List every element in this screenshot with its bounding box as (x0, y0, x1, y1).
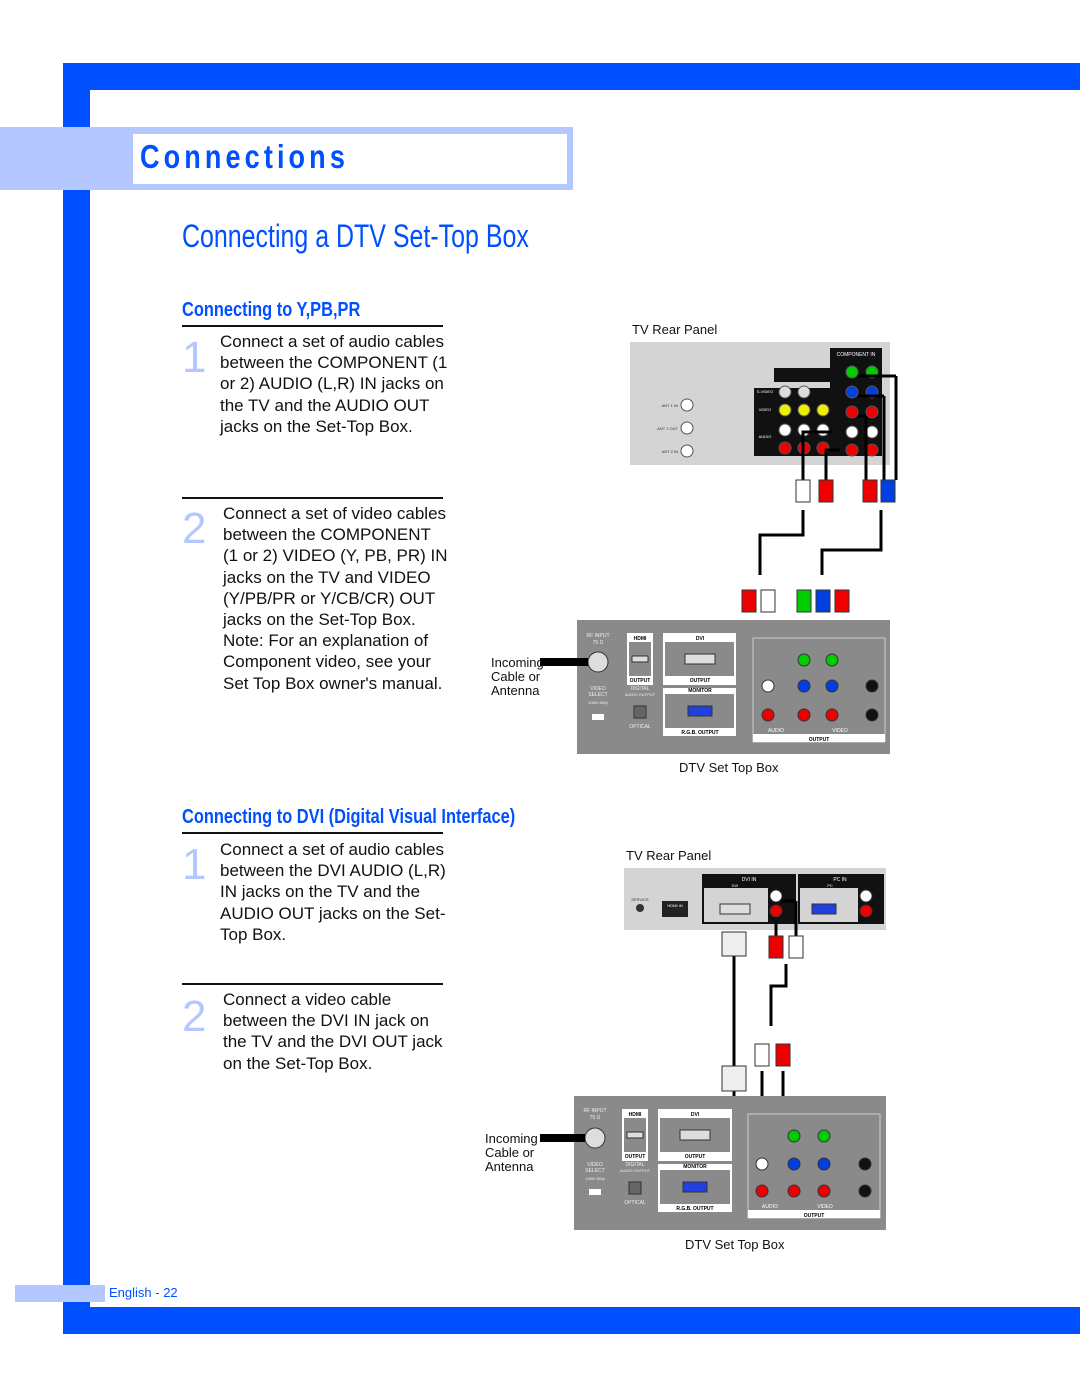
svg-text:75 Ω: 75 Ω (593, 640, 604, 646)
divider (182, 325, 443, 327)
svg-text:1080i 480p: 1080i 480p (585, 1176, 606, 1181)
dvi-plug (721, 931, 747, 957)
svg-text:ANT 2 IN: ANT 2 IN (662, 449, 678, 454)
svg-text:PC: PC (827, 883, 833, 888)
svg-text:MONITOR: MONITOR (688, 688, 712, 694)
svg-text:R.G.B. OUTPUT: R.G.B. OUTPUT (681, 730, 718, 736)
svg-text:SELECT: SELECT (588, 692, 607, 698)
svg-text:R.G.B. OUTPUT: R.G.B. OUTPUT (676, 1206, 713, 1212)
divider (182, 832, 443, 834)
step-text: Connect a set of audio cables between th… (220, 332, 448, 436)
svg-text:VIDEO: VIDEO (832, 728, 848, 734)
step-number: 1 (182, 840, 207, 889)
red-audio-plug (818, 479, 834, 503)
step-text: Connect a set of audio cables between th… (220, 840, 446, 944)
step-number: 2 (182, 992, 207, 1041)
rf-input-jack (584, 1127, 606, 1149)
svg-text:SERVICE: SERVICE (631, 897, 649, 902)
svg-text:OUTPUT: OUTPUT (690, 678, 711, 684)
incoming-cable (540, 658, 588, 666)
svg-text:VIDEO: VIDEO (759, 407, 771, 412)
svg-text:OPTICAL: OPTICAL (629, 724, 651, 730)
page-number: English - 22 (109, 1285, 178, 1300)
video-select-switch (589, 1189, 601, 1195)
tv-rear-panel-caption: TV Rear Panel (632, 322, 718, 337)
white-audio-plug (795, 479, 811, 503)
footer-tab (15, 1285, 105, 1302)
frame-left-bar (63, 63, 90, 1334)
svg-text:OPTICAL: OPTICAL (624, 1200, 646, 1206)
svg-text:DVI IN: DVI IN (742, 877, 757, 883)
rf-input-jack (587, 651, 609, 673)
dvi-plug (721, 1065, 747, 1092)
step-number: 1 (182, 333, 207, 382)
svg-text:AUDIO OUTPUT: AUDIO OUTPUT (620, 1168, 651, 1173)
svg-text:OUTPUT: OUTPUT (804, 1213, 825, 1219)
svg-text:HDMI IN: HDMI IN (667, 903, 682, 908)
svg-text:75 Ω: 75 Ω (590, 1115, 601, 1121)
divider (182, 983, 443, 985)
ant1-in-jack (680, 398, 694, 412)
svg-text:DVI: DVI (732, 883, 739, 888)
ant1-out-jack (680, 421, 694, 435)
stb-caption: DTV Set Top Box (679, 760, 779, 775)
step-text: Connect a video cable between the DVI IN… (223, 990, 443, 1073)
chapter-title: Connections (140, 138, 349, 175)
divider (182, 497, 443, 499)
section-title-dvi: Connecting to DVI (Digital Visual Interf… (182, 806, 516, 828)
page-title: Connecting a DTV Set-Top Box (182, 218, 529, 254)
svg-text:PC IN: PC IN (833, 877, 847, 883)
svg-text:S-VIDEO: S-VIDEO (757, 389, 773, 394)
optical-jack (628, 1181, 642, 1195)
incoming-label: Incoming Cable or Antenna (485, 1131, 538, 1174)
svg-text:HDMI: HDMI (629, 1112, 642, 1118)
ypbpr-connection-diagram: COMPONENT IN AV IN AV OUT S-VIDEO VIDEO … (540, 342, 898, 754)
chapter-header: Connections (133, 134, 567, 184)
svg-text:ANT 1 IN: ANT 1 IN (662, 403, 678, 408)
svg-text:RF INPUT: RF INPUT (583, 1108, 606, 1114)
frame-top-bar (63, 63, 1080, 90)
svg-text:DVI: DVI (696, 636, 705, 642)
tv-rear-panel-caption: TV Rear Panel (626, 848, 712, 863)
svg-text:ANT 1 OUT: ANT 1 OUT (657, 426, 678, 431)
step-text: Connect a set of video cables between th… (223, 504, 448, 693)
incoming-cable (540, 1134, 585, 1142)
svg-text:AUDIO: AUDIO (759, 434, 772, 439)
svg-text:RF INPUT: RF INPUT (586, 633, 609, 639)
step-number: 2 (182, 504, 207, 553)
ant2-in-jack (680, 444, 694, 458)
svg-text:OUTPUT: OUTPUT (630, 678, 651, 684)
svg-text:AUDIO OUTPUT: AUDIO OUTPUT (625, 692, 656, 697)
svg-text:OUTPUT: OUTPUT (625, 1154, 646, 1160)
svg-text:1080i 480p: 1080i 480p (588, 700, 609, 705)
dvi-connection-diagram: SERVICE HDMI IN DVI IN DVI PC IN PC RF I… (540, 868, 886, 1230)
svg-text:VIDEO: VIDEO (817, 1204, 833, 1210)
section-title-ypbpr: Connecting to Y,PB,PR (182, 299, 361, 321)
svg-text:HDMI: HDMI (634, 636, 647, 642)
svg-text:OUTPUT: OUTPUT (685, 1154, 706, 1160)
svg-text:DVI: DVI (691, 1112, 700, 1118)
svg-text:OUTPUT: OUTPUT (809, 737, 830, 743)
svg-text:AUDIO: AUDIO (768, 728, 784, 734)
stb-caption: DTV Set Top Box (685, 1237, 785, 1252)
svg-text:AUDIO: AUDIO (762, 1204, 778, 1210)
component-in-label: COMPONENT IN (837, 352, 876, 358)
frame-bottom-bar (63, 1307, 1080, 1334)
video-select-switch (592, 714, 604, 720)
optical-jack (633, 705, 647, 719)
svg-text:SELECT: SELECT (585, 1168, 604, 1174)
incoming-label: Incoming Cable or Antenna (491, 655, 544, 698)
svg-text:MONITOR: MONITOR (683, 1164, 707, 1170)
